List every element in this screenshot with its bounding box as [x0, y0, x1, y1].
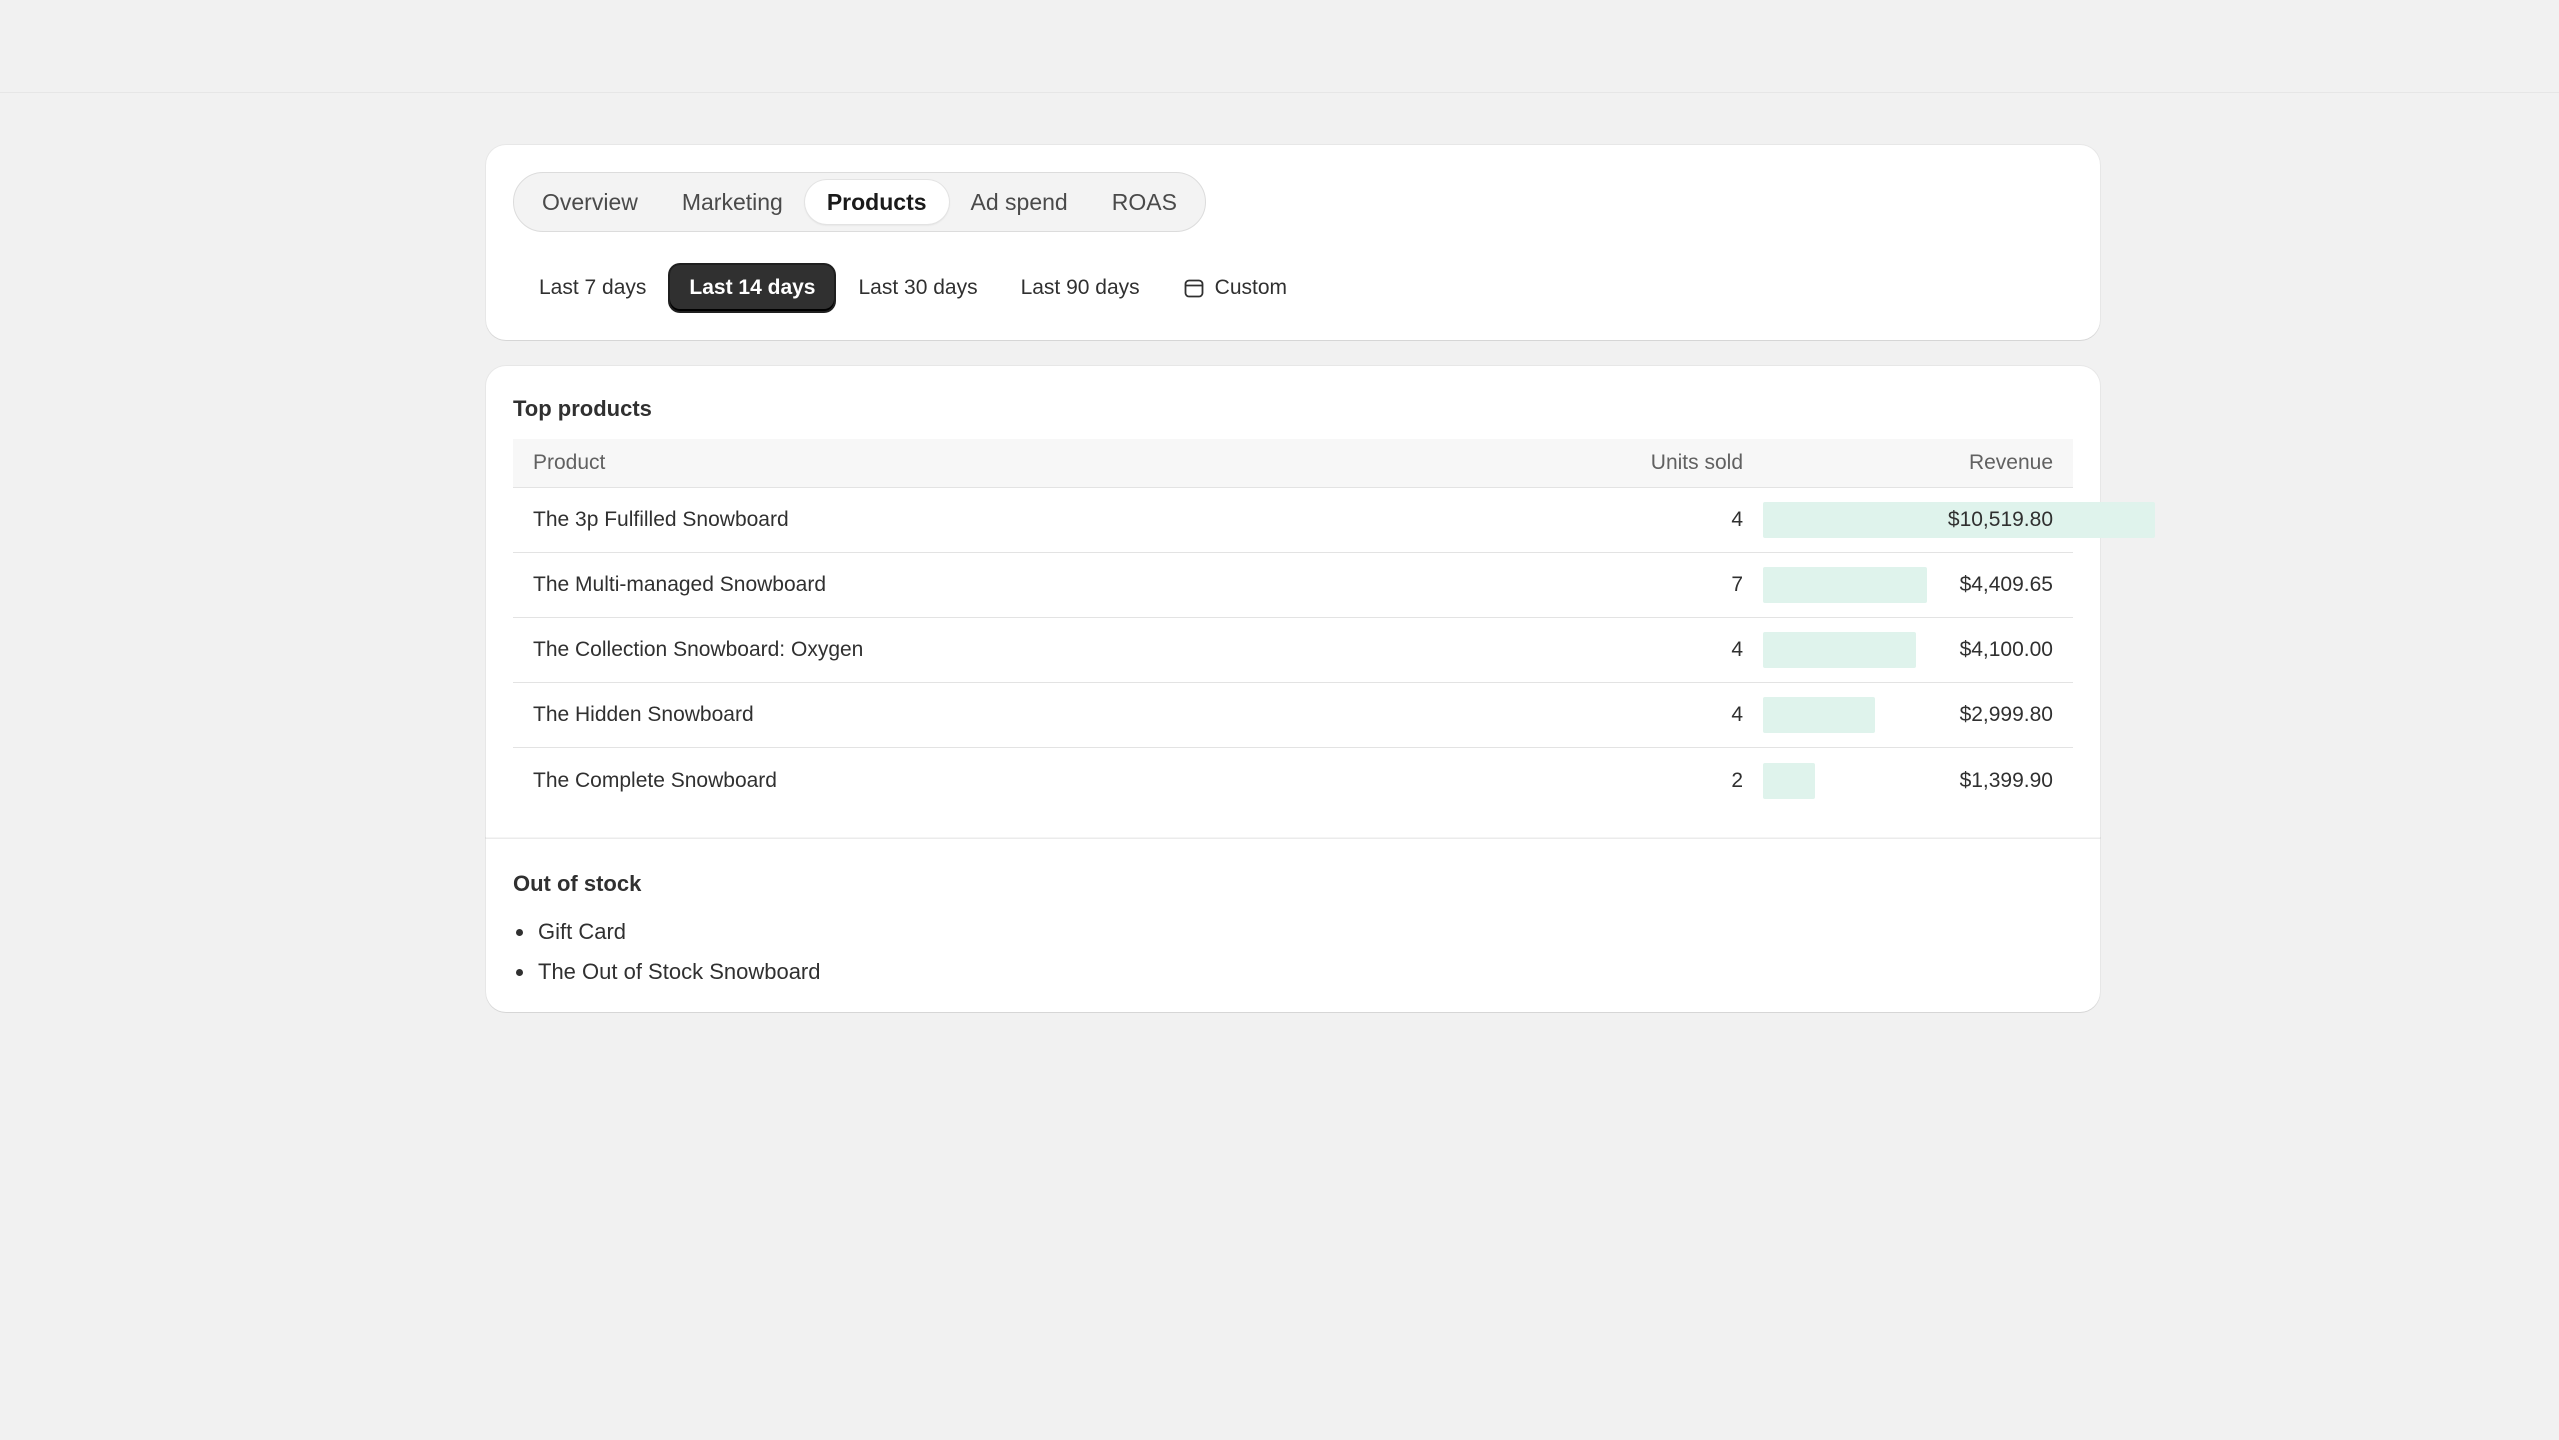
list-item: Gift Card — [513, 912, 821, 952]
tab-roas[interactable]: ROAS — [1090, 180, 1199, 224]
table-header: Product Units sold Revenue — [513, 439, 2073, 488]
revenue-bar — [1763, 697, 1875, 733]
revenue-bar — [1763, 632, 1916, 668]
report-tabs: Overview Marketing Products Ad spend ROA… — [513, 172, 1206, 232]
out-of-stock-item-label: Gift Card — [538, 919, 627, 944]
top-products-table: Product Units sold Revenue The 3p Fulfil… — [513, 439, 2155, 813]
product-name: The Multi-managed Snowboard — [533, 573, 826, 596]
table-row: The Collection Snowboard: Oxygen 4 $4,100.… — [513, 618, 2073, 683]
tab-marketing[interactable]: Marketing — [660, 180, 805, 224]
top-products-title: Top products — [513, 396, 652, 421]
range-last-14-days-button[interactable]: Last 14 days — [670, 265, 835, 311]
revenue-cell: $2,999.80 — [1743, 683, 2073, 747]
product-name: The Complete Snowboard — [533, 768, 777, 792]
list-item: The Out of Stock Snowboard — [513, 952, 821, 992]
range-last-90-days-button[interactable]: Last 90 days — [1002, 265, 1159, 311]
product-name: The Collection Snowboard: Oxygen — [533, 638, 864, 661]
range-last-7-days-button[interactable]: Last 7 days — [520, 265, 665, 311]
out-of-stock-card: Out of stock Gift Card The Out of Stock S… — [486, 838, 2100, 1012]
column-header-revenue: Revenue — [1968, 451, 2053, 474]
revenue-value: $2,999.80 — [1959, 703, 2053, 726]
table-row: The Complete Snowboard 2 $1,399.90 — [513, 748, 2073, 813]
tab-overview[interactable]: Overview — [520, 180, 660, 224]
revenue-cell: $4,409.65 — [1743, 553, 2073, 617]
calendar-icon — [1184, 279, 1204, 298]
column-header-units-sold: Units sold — [1650, 451, 1743, 474]
product-name: The 3p Fulfilled Snowboard — [533, 508, 789, 531]
revenue-bar — [1763, 762, 1815, 799]
revenue-value: $10,519.80 — [1947, 508, 2053, 531]
revenue-value: $4,100.00 — [1959, 638, 2053, 661]
revenue-cell: $4,100.00 — [1743, 618, 2073, 682]
revenue-bar — [1763, 567, 1927, 603]
out-of-stock-title: Out of stock — [513, 871, 642, 896]
revenue-value: $4,409.65 — [1959, 573, 2053, 596]
table-row: The Multi-managed Snowboard 7 $4,409.65 — [513, 553, 2073, 618]
range-custom-label: Custom — [1214, 276, 1288, 299]
product-name: The Hidden Snowboard — [533, 703, 754, 726]
bullet-icon — [516, 928, 523, 936]
out-of-stock-list: Gift Card The Out of Stock Snowboard — [513, 912, 821, 992]
out-of-stock-item-label: The Out of Stock Snowboard — [538, 959, 821, 984]
table-row: The 3p Fulfilled Snowboard 4 $10,519.80 — [513, 488, 2155, 553]
range-custom-button[interactable]: Custom — [1164, 265, 1306, 311]
tab-ad-spend[interactable]: Ad spend — [949, 180, 1090, 224]
column-header-product: Product — [533, 451, 606, 474]
range-last-30-days-button[interactable]: Last 30 days — [839, 265, 996, 311]
revenue-cell: $10,519.80 — [1743, 488, 2155, 552]
table-row: The Hidden Snowboard 4 $2,999.80 — [513, 683, 2073, 748]
top-bar — [0, 0, 2559, 93]
units-sold: 2 — [1731, 768, 1743, 792]
top-products-card: Top products Product Units sold Revenue … — [486, 366, 2155, 838]
units-sold: 4 — [1731, 508, 1743, 531]
report-nav-card: Overview Marketing Products Ad spend ROA… — [486, 145, 2100, 340]
revenue-value: $1,399.90 — [1959, 768, 2053, 792]
units-sold: 7 — [1731, 573, 1743, 596]
tab-products[interactable]: Products — [804, 180, 949, 224]
revenue-cell: $1,399.90 — [1743, 748, 2073, 813]
bullet-icon — [516, 968, 523, 976]
units-sold: 4 — [1731, 703, 1743, 726]
date-range-selector: Last 7 days Last 14 days Last 30 days La… — [520, 265, 1311, 311]
units-sold: 4 — [1731, 638, 1743, 661]
